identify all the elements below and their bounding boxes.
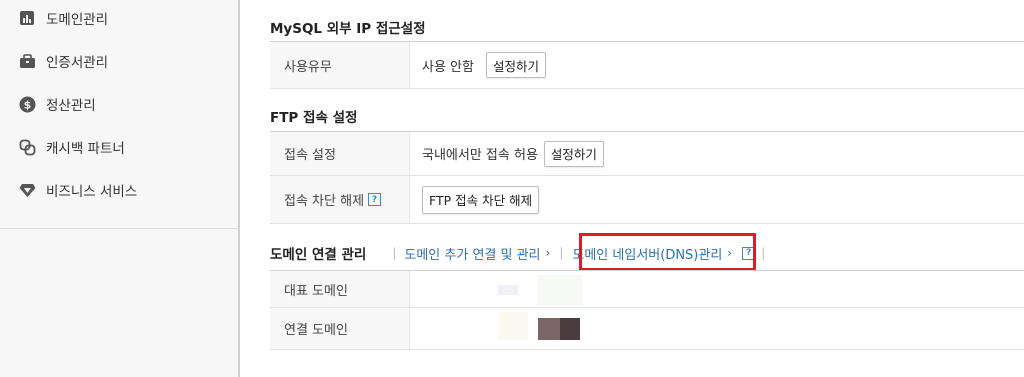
ftp-conn-cell: 국내에서만 접속 허용 설정하기 [410, 132, 1024, 175]
ftp-unblock-row: 접속 차단 해제 ? FTP 접속 차단 해제 [270, 176, 1024, 224]
ftp-conn-value: 국내에서만 접속 허용 [422, 148, 538, 163]
sidebar-item-business[interactable]: 비즈니스 서비스 [18, 178, 137, 202]
blurred-domain-text [538, 318, 560, 340]
mysql-use-cell: 사용 안함 설정하기 [410, 42, 1024, 88]
ftp-unblock-label: 접속 차단 해제 [284, 194, 365, 209]
rep-domain-value [410, 271, 1024, 307]
help-icon[interactable]: ? [368, 193, 382, 206]
sidebar-item-label: 도메인관리 [46, 12, 109, 28]
ftp-conn-label: 접속 설정 [270, 132, 410, 175]
divider: | [559, 246, 564, 260]
blurred-domain-text [498, 285, 518, 295]
ftp-unblock-button[interactable]: FTP 접속 차단 해제 [422, 185, 540, 214]
dns-link-highlight-box [579, 233, 756, 271]
sidebar-item-domain[interactable]: 도메인관리 [18, 6, 108, 30]
briefcase-icon [18, 52, 36, 70]
divider: | [392, 246, 397, 260]
sidebar-item-label: 캐시백 파트너 [46, 141, 125, 157]
svg-text:$: $ [23, 98, 31, 111]
ftp-section-title: FTP 접속 설정 [270, 110, 358, 126]
sidebar: 도메인관리 인증서관리 $ 정산관리 캐시백 파트너 비즈니스 서비스 [0, 0, 240, 377]
mysql-section-title: MySQL 외부 IP 접근설정 [270, 21, 426, 37]
sidebar-item-settlement[interactable]: $ 정산관리 [18, 92, 96, 116]
sidebar-divider [0, 228, 240, 229]
ftp-conn-row: 접속 설정 국내에서만 접속 허용 설정하기 [270, 131, 1024, 176]
conn-domain-row: 연결 도메인 [270, 308, 1024, 350]
mysql-use-value: 사용 안함 [422, 59, 474, 75]
sidebar-item-certificate[interactable]: 인증서관리 [18, 49, 108, 73]
divider: | [761, 246, 766, 260]
rep-domain-row: 대표 도메인 [270, 270, 1024, 308]
conn-domain-label: 연결 도메인 [270, 308, 410, 349]
bar-chart-icon [18, 9, 36, 27]
mysql-use-label: 사용유무 [270, 42, 410, 88]
sidebar-item-label: 정산관리 [46, 98, 96, 114]
sidebar-item-label: 인증서관리 [46, 55, 109, 71]
sidebar-item-label: 비즈니스 서비스 [46, 184, 138, 200]
blurred-domain-text [560, 318, 580, 340]
domain-add-link[interactable]: 도메인 추가 연결 및 관리 [404, 244, 540, 263]
diamond-icon [18, 181, 36, 199]
mysql-settings-button[interactable]: 설정하기 [485, 52, 546, 78]
domain-section-title: 도메인 연결 관리 [270, 247, 367, 263]
dollar-icon: $ [18, 95, 36, 113]
ftp-unblock-header: 접속 차단 해제 ? [270, 176, 410, 223]
blurred-domain-text [538, 275, 582, 305]
ftp-unblock-cell: FTP 접속 차단 해제 [410, 176, 1024, 223]
chevron-right-icon: › [545, 246, 551, 260]
mysql-use-row: 사용유무 사용 안함 설정하기 [270, 41, 1024, 89]
conn-domain-value [410, 308, 1024, 349]
ftp-settings-button[interactable]: 설정하기 [543, 140, 604, 167]
link-icon [18, 138, 36, 156]
rep-domain-label: 대표 도메인 [270, 271, 410, 307]
sidebar-item-cashback[interactable]: 캐시백 파트너 [18, 135, 125, 159]
blurred-domain-text [498, 312, 528, 340]
